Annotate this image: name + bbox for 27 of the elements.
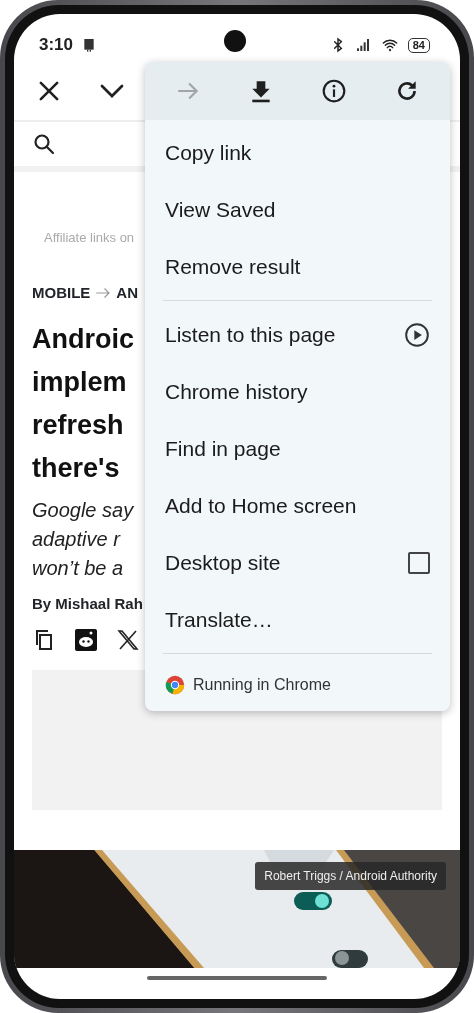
menu-item[interactable]: Remove result [145,238,450,295]
article-headline: Androic implem refresh there's [32,323,134,485]
photo-credit: Robert Triggs / Android Authority [255,861,446,890]
menu-item[interactable]: View Saved [145,181,450,238]
menu-item[interactable]: Chrome history [145,363,450,420]
menu-item[interactable]: Copy link [145,124,450,181]
search-icon [32,132,56,156]
byline: By Mishaal Rah [32,594,143,614]
menu-footer-text: Running in Chrome [193,675,331,695]
affiliate-note: Affiliate links on [44,229,136,247]
breadcrumb-link[interactable]: AN [116,281,138,304]
menu-item[interactable]: Find in page [145,420,450,477]
reddit-icon[interactable] [74,627,98,652]
menu-item[interactable]: Add to Home screen [145,477,450,534]
article-subtitle: Google say adaptive r won’t be a [32,498,134,581]
chrome-logo-icon [165,675,185,695]
battery-indicator: 84 [407,37,430,53]
camera-hole [224,30,246,52]
menu-item[interactable]: Listen to this page [145,306,450,363]
checkbox[interactable] [408,551,430,574]
info-icon [321,78,348,104]
clock-text: 3:10 [39,34,74,57]
breadcrumb-link[interactable]: MOBILE [32,281,91,304]
play-icon [404,321,430,348]
menu-item[interactable]: Translate… [145,591,450,648]
menu-item[interactable]: Desktop site [145,534,450,591]
x-logo-icon[interactable] [116,627,140,652]
